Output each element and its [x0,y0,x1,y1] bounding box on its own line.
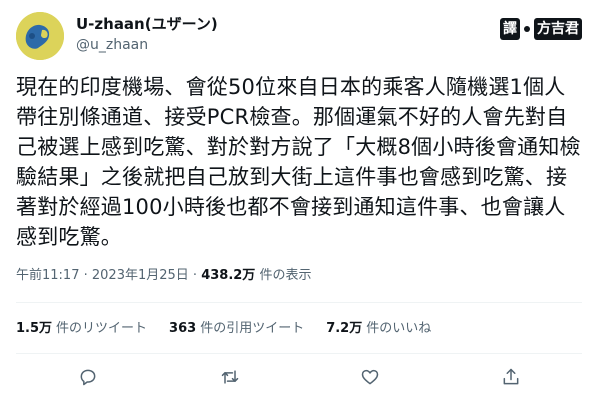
reply-icon [78,367,98,391]
meta-separator: · [79,268,92,283]
action-bar [0,364,598,394]
tweet-card: U-zhaan(ユザーン) @u_zhaan 譯 方吉君 現在的印度機場、會從5… [0,0,598,403]
reply-button[interactable] [73,364,103,394]
translator-credit-badge: 譯 方吉君 [500,16,582,42]
meta-separator: · [188,268,202,283]
tweet-meta: 午前11:17 · 2023年1月25日 · 438.2万 件の表示 [16,266,311,286]
likes-count: 7.2万 [326,321,363,336]
user-handle[interactable]: @u_zhaan [76,36,148,54]
views-count[interactable]: 438.2万 [201,268,255,283]
retweet-icon [220,367,240,391]
engagement-stats: 1.5万 件のリツイート 363 件の引用ツイート 7.2万 件のいいね [16,319,431,339]
retweets-count: 1.5万 [16,321,53,336]
divider [16,353,582,354]
badge-dot [524,26,530,32]
translator-name: 方吉君 [534,18,582,40]
share-icon [501,367,521,391]
likes-label: 件のいいね [366,321,432,336]
quotes-label: 件の引用ツイート [200,321,305,336]
quotes-stat[interactable]: 363 件の引用ツイート [169,319,304,339]
views-label: 件の表示 [255,268,312,283]
share-button[interactable] [496,364,526,394]
quotes-count: 363 [169,321,197,336]
retweets-stat[interactable]: 1.5万 件のリツイート [16,319,147,339]
retweet-button[interactable] [215,364,245,394]
like-icon [360,367,380,391]
like-button[interactable] [355,364,385,394]
tweet-text: 現在的印度機場、會從50位來自日本的乘客人隨機選1個人帶往別條通道、接受PCR檢… [16,75,581,249]
likes-stat[interactable]: 7.2万 件のいいね [326,319,431,339]
tweet-date[interactable]: 2023年1月25日 [92,268,189,283]
divider [16,302,582,303]
avatar[interactable] [16,12,64,60]
tweet-time[interactable]: 午前11:17 [16,268,79,283]
translate-char: 譯 [500,18,520,40]
retweets-label: 件のリツイート [56,321,148,336]
display-name[interactable]: U-zhaan(ユザーン) [76,14,218,34]
